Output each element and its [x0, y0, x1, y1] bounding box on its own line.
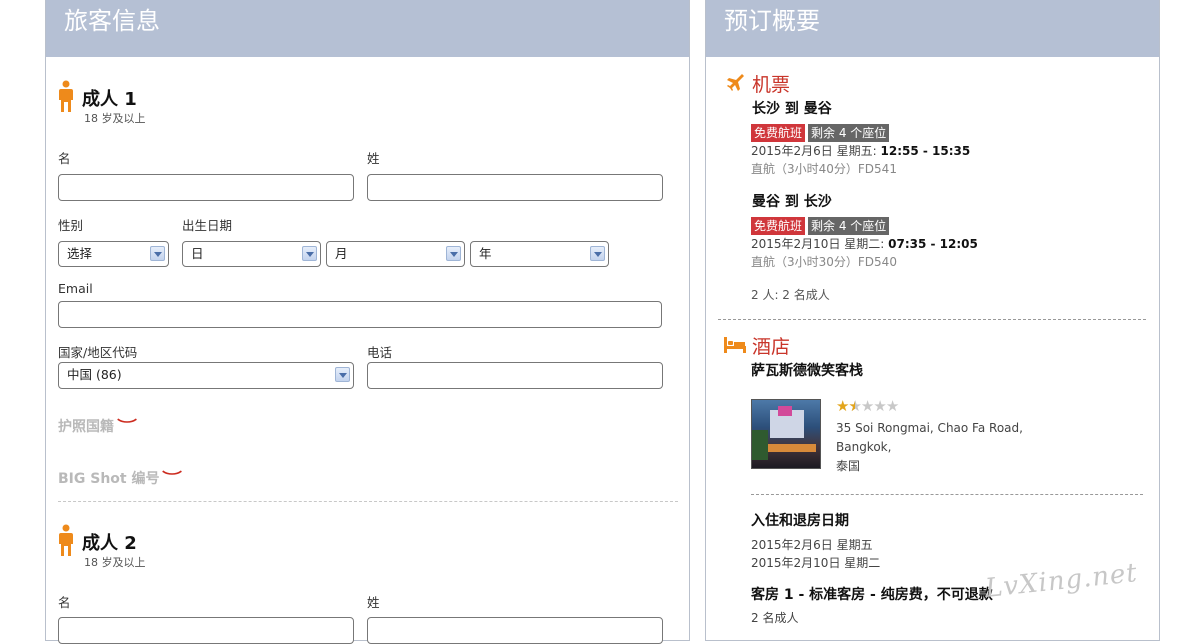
divider: [751, 494, 1143, 495]
email-input[interactable]: [58, 301, 662, 328]
flight-datetime: 2015年2月6日 星期五: 12:55 - 15:35: [751, 142, 970, 159]
country-code-value: 中国 (86): [67, 367, 122, 382]
phone-label: 电话: [367, 345, 393, 360]
dropdown-arrow-icon: [335, 367, 350, 382]
passport-nationality-label: 护照国籍: [58, 419, 114, 435]
checkin-date: 2015年2月6日 星期五: [751, 538, 873, 552]
gender-label: 性别: [58, 218, 84, 233]
address-line-2: Bangkok,: [836, 440, 892, 454]
dob-label: 出生日期: [182, 218, 233, 233]
flight-route: 长沙 到 曼谷: [752, 101, 832, 117]
booking-summary-title: 预订概要: [706, 0, 1159, 57]
address-country: 泰国: [836, 459, 861, 473]
flight-route: 曼谷 到 长沙: [752, 194, 832, 210]
checkin-checkout-title: 入住和退房日期: [751, 513, 849, 529]
hotel-photo[interactable]: [751, 399, 821, 469]
adult-2-subtitle: 18 岁及以上: [84, 556, 146, 569]
address-line-1: 35 Soi Rongmai, Chao Fa Road,: [836, 421, 1023, 435]
flight-badges: 免费航班 剩余 4 个座位: [751, 122, 892, 142]
passport-nationality-toggle[interactable]: 护照国籍 ︶: [58, 416, 137, 436]
star-half-icon: ★★: [848, 397, 861, 415]
flight-detail: 直航（3小时40分）FD541: [751, 162, 897, 176]
dob-day-value: 日: [191, 246, 204, 261]
plane-icon: [727, 74, 744, 91]
first-name-label: 名: [58, 595, 71, 610]
star-full-icon: ★: [836, 397, 849, 415]
first-name-input[interactable]: [58, 174, 354, 201]
person-icon: [59, 80, 73, 112]
flight-detail: 直航（3小时30分）FD540: [751, 255, 897, 269]
divider: [58, 501, 678, 502]
hotel-address: 35 Soi Rongmai, Chao Fa Road, Bangkok, 泰…: [836, 419, 1023, 476]
dob-month-value: 月: [335, 246, 348, 261]
flight-badges: 免费航班 剩余 4 个座位: [751, 215, 892, 235]
hotel-rating: ★★★★★★: [836, 397, 899, 415]
seats-left-badge: 剩余 4 个座位: [808, 124, 890, 142]
star-empty-icon: ★: [885, 397, 899, 415]
room-guests: 2 名成人: [751, 611, 799, 625]
first-name-input[interactable]: [58, 617, 354, 644]
dropdown-arrow-icon: [590, 246, 605, 261]
chevron-down-icon: ︶: [117, 419, 137, 435]
room-title: 客房 1 - 标准客房 - 纯房费，不可退款: [751, 587, 993, 603]
booking-summary-panel: 预订概要 机票 长沙 到 曼谷 免费航班 剩余 4 个座位 2015年2月6日 星…: [705, 0, 1160, 641]
flight-datetime: 2015年2月10日 星期二: 07:35 - 12:05: [751, 235, 978, 252]
dropdown-arrow-icon: [150, 246, 165, 261]
person-icon: [59, 524, 73, 556]
bed-icon: [724, 337, 746, 353]
flight-time: 12:55 - 15:35: [880, 144, 971, 158]
adult-2-heading: 成人 2: [82, 533, 137, 554]
gender-select-value: 选择: [67, 246, 93, 261]
seats-left-badge: 剩余 4 个座位: [808, 217, 890, 235]
last-name-label: 姓: [367, 595, 380, 610]
adult-1-heading: 成人 1: [82, 89, 137, 110]
star-empty-icon: ★: [860, 397, 874, 415]
country-code-select[interactable]: 中国 (86): [58, 362, 354, 389]
hotel-section-title: 酒店: [752, 336, 791, 358]
last-name-label: 姓: [367, 151, 380, 166]
free-flight-badge: 免费航班: [751, 124, 806, 142]
last-name-input[interactable]: [367, 617, 663, 644]
dob-day-select[interactable]: 日: [182, 241, 321, 267]
traveler-info-panel: 旅客信息 成人 1 18 岁及以上 名 姓 性别 出生日期 选择 日 月 年 E…: [45, 0, 690, 644]
chevron-down-icon: ︶: [162, 471, 183, 487]
adult-1-subtitle: 18 岁及以上: [84, 112, 146, 125]
bigshot-number-toggle[interactable]: BIG Shot 编号 ︶: [58, 468, 182, 488]
bigshot-number-label: BIG Shot 编号: [58, 471, 160, 487]
star-empty-icon: ★: [873, 397, 886, 415]
passenger-count: 2 人: 2 名成人: [751, 288, 830, 302]
hotel-name: 萨瓦斯德微笑客栈: [751, 363, 863, 379]
country-code-label: 国家/地区代码: [58, 345, 138, 360]
checkout-date: 2015年2月10日 星期二: [751, 556, 881, 570]
flight-time: 07:35 - 12:05: [888, 237, 978, 251]
dropdown-arrow-icon: [302, 246, 317, 261]
dropdown-arrow-icon: [446, 246, 461, 261]
dob-year-value: 年: [479, 246, 492, 261]
traveler-info-title: 旅客信息: [46, 0, 689, 57]
phone-input[interactable]: [367, 362, 663, 389]
flight-date: 2015年2月6日 星期五:: [751, 144, 877, 158]
dob-month-select[interactable]: 月: [326, 241, 465, 267]
email-label: Email: [58, 281, 93, 296]
last-name-input[interactable]: [367, 174, 663, 201]
dob-year-select[interactable]: 年: [470, 241, 609, 267]
flight-date: 2015年2月10日 星期二:: [751, 237, 885, 251]
flight-section-title: 机票: [752, 74, 791, 96]
gender-select[interactable]: 选择: [58, 241, 169, 267]
divider: [718, 319, 1146, 320]
first-name-label: 名: [58, 151, 71, 166]
free-flight-badge: 免费航班: [751, 217, 806, 235]
